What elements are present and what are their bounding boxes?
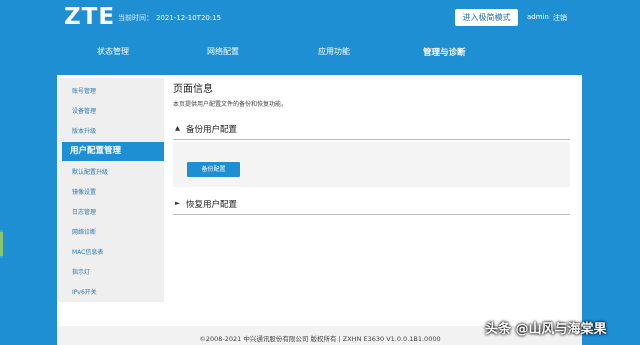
nav-network[interactable]: 网络配置 <box>207 46 239 57</box>
time-value: 2021-12-10T20:15 <box>156 14 222 22</box>
nav-management[interactable]: 管理与诊断 <box>423 46 466 58</box>
zte-logo: ZTE <box>64 4 116 30</box>
sidebar-item-device[interactable]: 设备管理 <box>72 106 96 115</box>
sidebar-item-user-config[interactable]: 用户配置管理 <box>62 142 164 161</box>
page-title: 页面信息 <box>173 84 213 95</box>
page-description: 本页提供用户配置文件的备份和恢复功能。 <box>173 101 288 108</box>
sidebar-item-log[interactable]: 日志管理 <box>72 207 96 216</box>
logout-link[interactable]: 注销 <box>553 13 567 23</box>
backup-section-header[interactable]: ▲ 备份用户配置 <box>173 122 570 140</box>
restore-section-header[interactable]: ► 恢复用户配置 <box>173 197 570 215</box>
nav-status[interactable]: 状态管理 <box>97 46 129 57</box>
expand-right-icon: ► <box>175 199 180 207</box>
sidebar-item-diagnosis[interactable]: 网络诊断 <box>72 227 96 236</box>
backup-section-label: 备份用户配置 <box>186 125 238 135</box>
restore-section-label: 恢复用户配置 <box>186 200 238 210</box>
sidebar-item-upgrade[interactable]: 版本升级 <box>72 126 96 135</box>
time-label: 当前时间： <box>118 14 153 22</box>
sidebar-item-ipv6[interactable]: IPv6开关 <box>72 287 97 296</box>
watermark: 头条 @山风与海棠果 <box>485 322 607 337</box>
sidebar-item-mirror[interactable]: 镜像设置 <box>72 187 96 196</box>
sidebar-item-mac-table[interactable]: MAC信息表 <box>72 247 103 256</box>
enter-simple-mode-button[interactable]: 进入极简模式 <box>455 9 518 26</box>
username-label: admin <box>527 13 549 21</box>
collapse-up-icon: ▲ <box>175 124 180 132</box>
current-time: 当前时间： 2021-12-10T20:15 <box>118 13 221 23</box>
sidebar: 账号管理 设备管理 版本升级 用户配置管理 默认配置升级 镜像设置 日志管理 网… <box>58 78 164 302</box>
sidebar-item-default-config[interactable]: 默认配置升级 <box>72 167 108 176</box>
nav-applications[interactable]: 应用功能 <box>318 46 350 57</box>
page-scrollbar[interactable] <box>0 230 3 258</box>
backup-config-button[interactable]: 备份配置 <box>187 162 240 177</box>
sidebar-item-account[interactable]: 账号管理 <box>72 86 96 95</box>
sidebar-item-indicator[interactable]: 指示灯 <box>72 267 90 276</box>
backup-section-body: 备份配置 <box>173 142 570 187</box>
